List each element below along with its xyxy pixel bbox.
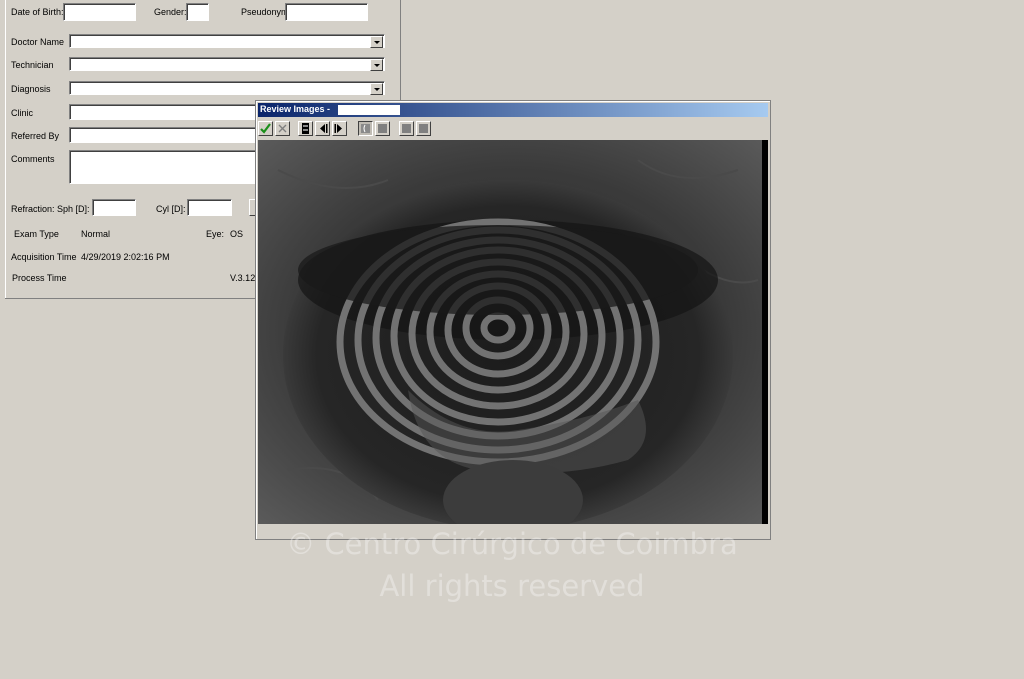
- film-button[interactable]: [298, 121, 313, 136]
- clinic-label: Clinic: [11, 108, 34, 118]
- view-mode-button-3[interactable]: [399, 121, 414, 136]
- checkmark-icon: [260, 123, 271, 134]
- acquisition-time-value: 4/29/2019 2:02:16 PM: [81, 252, 170, 262]
- referred-by-label: Referred By: [11, 131, 60, 141]
- chevron-down-icon[interactable]: [370, 36, 383, 48]
- comments-label: Comments: [11, 154, 55, 164]
- view-mode-button-1[interactable]: [358, 121, 373, 136]
- mode-icon: [419, 124, 428, 133]
- previous-icon: [320, 124, 328, 133]
- acquisition-time-label: Acquisition Time: [11, 252, 77, 262]
- doctor-name-dropdown[interactable]: [69, 34, 385, 48]
- refraction-sph-label: Refraction: Sph [D]:: [11, 204, 90, 214]
- mode-icon: [402, 124, 411, 133]
- dialog-title: Review Images -: [260, 104, 331, 114]
- mode-icon: [361, 124, 370, 133]
- accept-button[interactable]: [258, 121, 273, 136]
- next-icon: [334, 124, 342, 133]
- watermark-copyright: © Centro Cirúrgico de Coimbra: [286, 527, 738, 561]
- next-button[interactable]: [332, 121, 347, 136]
- watermark-rights: All rights reserved: [379, 569, 645, 603]
- refraction-sph-field[interactable]: [92, 199, 136, 216]
- cyl-field[interactable]: [187, 199, 232, 216]
- gender-label: Gender:: [154, 7, 187, 17]
- review-images-dialog: Review Images -: [255, 100, 771, 540]
- eye-label: Eye:: [206, 229, 225, 239]
- comments-textarea[interactable]: [69, 150, 259, 184]
- eye-value: OS: [230, 229, 244, 239]
- view-mode-button-2[interactable]: [375, 121, 390, 136]
- exam-type-value: Normal: [81, 229, 111, 239]
- diagnosis-label: Diagnosis: [11, 84, 51, 94]
- date-of-birth-field[interactable]: [63, 3, 136, 21]
- referred-by-field[interactable]: [69, 127, 259, 143]
- process-time-label: Process Time: [12, 273, 67, 283]
- doctor-name-label: Doctor Name: [11, 37, 65, 47]
- technician-dropdown[interactable]: [69, 57, 385, 71]
- version-label: V.3.12: [230, 273, 256, 283]
- placido-eye-image: [258, 140, 768, 524]
- previous-button[interactable]: [315, 121, 330, 136]
- film-icon: [302, 123, 309, 134]
- gender-field[interactable]: [186, 3, 209, 21]
- clinic-field[interactable]: [69, 104, 259, 120]
- reject-button[interactable]: [275, 121, 290, 136]
- dialog-titlebar[interactable]: Review Images -: [258, 103, 768, 117]
- chevron-down-icon[interactable]: [370, 83, 383, 95]
- cyl-label: Cyl [D]:: [156, 204, 186, 214]
- dialog-title-field: [338, 105, 400, 115]
- chevron-down-icon[interactable]: [370, 59, 383, 71]
- exam-type-label: Exam Type: [14, 229, 59, 239]
- mode-icon: [378, 124, 387, 133]
- pseudonym-label: Pseudonym: [241, 7, 289, 17]
- x-icon: [278, 124, 287, 133]
- eye-image-viewer[interactable]: [258, 140, 768, 524]
- diagnosis-dropdown[interactable]: [69, 81, 385, 95]
- view-mode-button-4[interactable]: [416, 121, 431, 136]
- date-of-birth-label: Date of Birth:: [11, 7, 64, 17]
- pseudonym-field[interactable]: [285, 3, 368, 21]
- technician-label: Technician: [11, 60, 54, 70]
